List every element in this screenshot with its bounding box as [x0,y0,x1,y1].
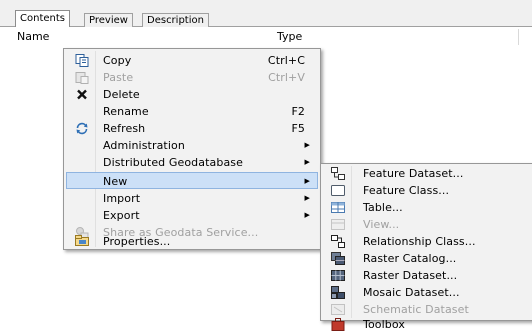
menu-item-export[interactable]: Export ▶ [66,207,318,224]
copy-icon [75,54,89,67]
feature-class-icon [331,185,345,196]
submenu-arrow-icon: ▶ [304,141,310,149]
context-menu: Copy Ctrl+C Paste Ctrl+V Delete Rename F… [63,48,321,250]
submenu-item-relationship-class[interactable]: Relationship Class... [323,233,530,250]
menu-item-import[interactable]: Import ▶ [66,190,318,207]
relationship-class-icon [331,235,345,248]
menu-item-copy[interactable]: Copy Ctrl+C [66,52,318,69]
menu-item-rename[interactable]: Rename F2 [66,103,318,120]
submenu-arrow-icon: ▶ [304,194,310,202]
menu-item-label: Distributed Geodatabase [103,156,243,169]
column-header-name[interactable]: Name [17,27,49,47]
menu-item-administration[interactable]: Administration ▶ [66,137,318,154]
raster-catalog-icon [331,252,345,265]
menu-item-label: Toolbox [363,318,405,331]
tab-contents[interactable]: Contents [15,10,70,28]
menu-item-label: Refresh [103,122,146,135]
tab-description[interactable]: Description [142,13,209,27]
feature-dataset-icon [331,167,345,180]
submenu-arrow-icon: ▶ [304,211,310,219]
tab-strip-divider [0,26,532,27]
tab-preview[interactable]: Preview [84,13,133,27]
column-header-separator[interactable] [518,29,519,45]
menu-item-label: Relationship Class... [363,235,476,248]
submenu-item-table[interactable]: Table... [323,199,530,216]
menu-item-label: Table... [363,201,403,214]
menu-item-label: Feature Dataset... [363,167,464,180]
properties-icon [75,235,89,246]
column-header-type[interactable]: Type [277,27,302,47]
paste-icon [75,72,89,84]
view-icon [331,219,345,230]
submenu-item-view[interactable]: View... [323,216,530,233]
submenu-item-feature-class[interactable]: Feature Class... [323,182,530,199]
menu-item-delete[interactable]: Delete [66,86,318,103]
menu-item-label: New [103,175,128,188]
menu-item-label: Rename [103,105,149,118]
menu-item-refresh[interactable]: Refresh F5 [66,120,318,137]
menu-item-label: Copy [103,54,132,67]
menu-item-label: Properties... [103,235,171,248]
menu-item-label: Delete [103,88,140,101]
menu-item-properties[interactable]: Properties... [66,233,318,248]
menu-item-label: Paste [103,71,134,84]
menu-item-label: Export [103,209,140,222]
table-icon [331,202,345,213]
menu-item-label: Mosaic Dataset... [363,286,460,299]
submenu-arrow-icon: ▶ [304,158,310,166]
menu-item-shortcut: F2 [291,105,305,118]
menu-item-paste[interactable]: Paste Ctrl+V [66,69,318,86]
menu-item-shortcut: Ctrl+V [268,71,305,84]
menu-item-shortcut: F5 [291,122,305,135]
delete-icon [77,89,87,100]
menu-item-label: View... [363,218,400,231]
menu-item-label: Raster Dataset... [363,269,458,282]
menu-item-label: Feature Class... [363,184,450,197]
menu-item-label: Import [103,192,141,205]
refresh-icon [76,122,88,135]
submenu-item-mosaic-dataset[interactable]: Mosaic Dataset... [323,284,530,301]
submenu-item-raster-catalog[interactable]: Raster Catalog... [323,250,530,267]
mosaic-dataset-icon [331,286,345,299]
new-submenu: Feature Dataset... Feature Class... Tabl… [320,163,532,331]
menu-item-label: Raster Catalog... [363,252,457,265]
submenu-item-toolbox[interactable]: Toolbox [323,316,530,333]
menu-item-label: Administration [103,139,185,152]
menu-item-new[interactable]: New ▶ [66,172,318,189]
submenu-item-raster-dataset[interactable]: Raster Dataset... [323,267,530,284]
submenu-item-feature-dataset[interactable]: Feature Dataset... [323,165,530,182]
menu-item-distributed-geodatabase[interactable]: Distributed Geodatabase ▶ [66,154,318,171]
tab-strip: Contents Preview Description [0,0,532,28]
submenu-arrow-icon: ▶ [304,177,310,185]
raster-dataset-icon [331,270,345,281]
menu-item-shortcut: Ctrl+C [267,54,305,67]
schematic-dataset-icon [331,304,345,315]
toolbox-icon [331,318,345,331]
